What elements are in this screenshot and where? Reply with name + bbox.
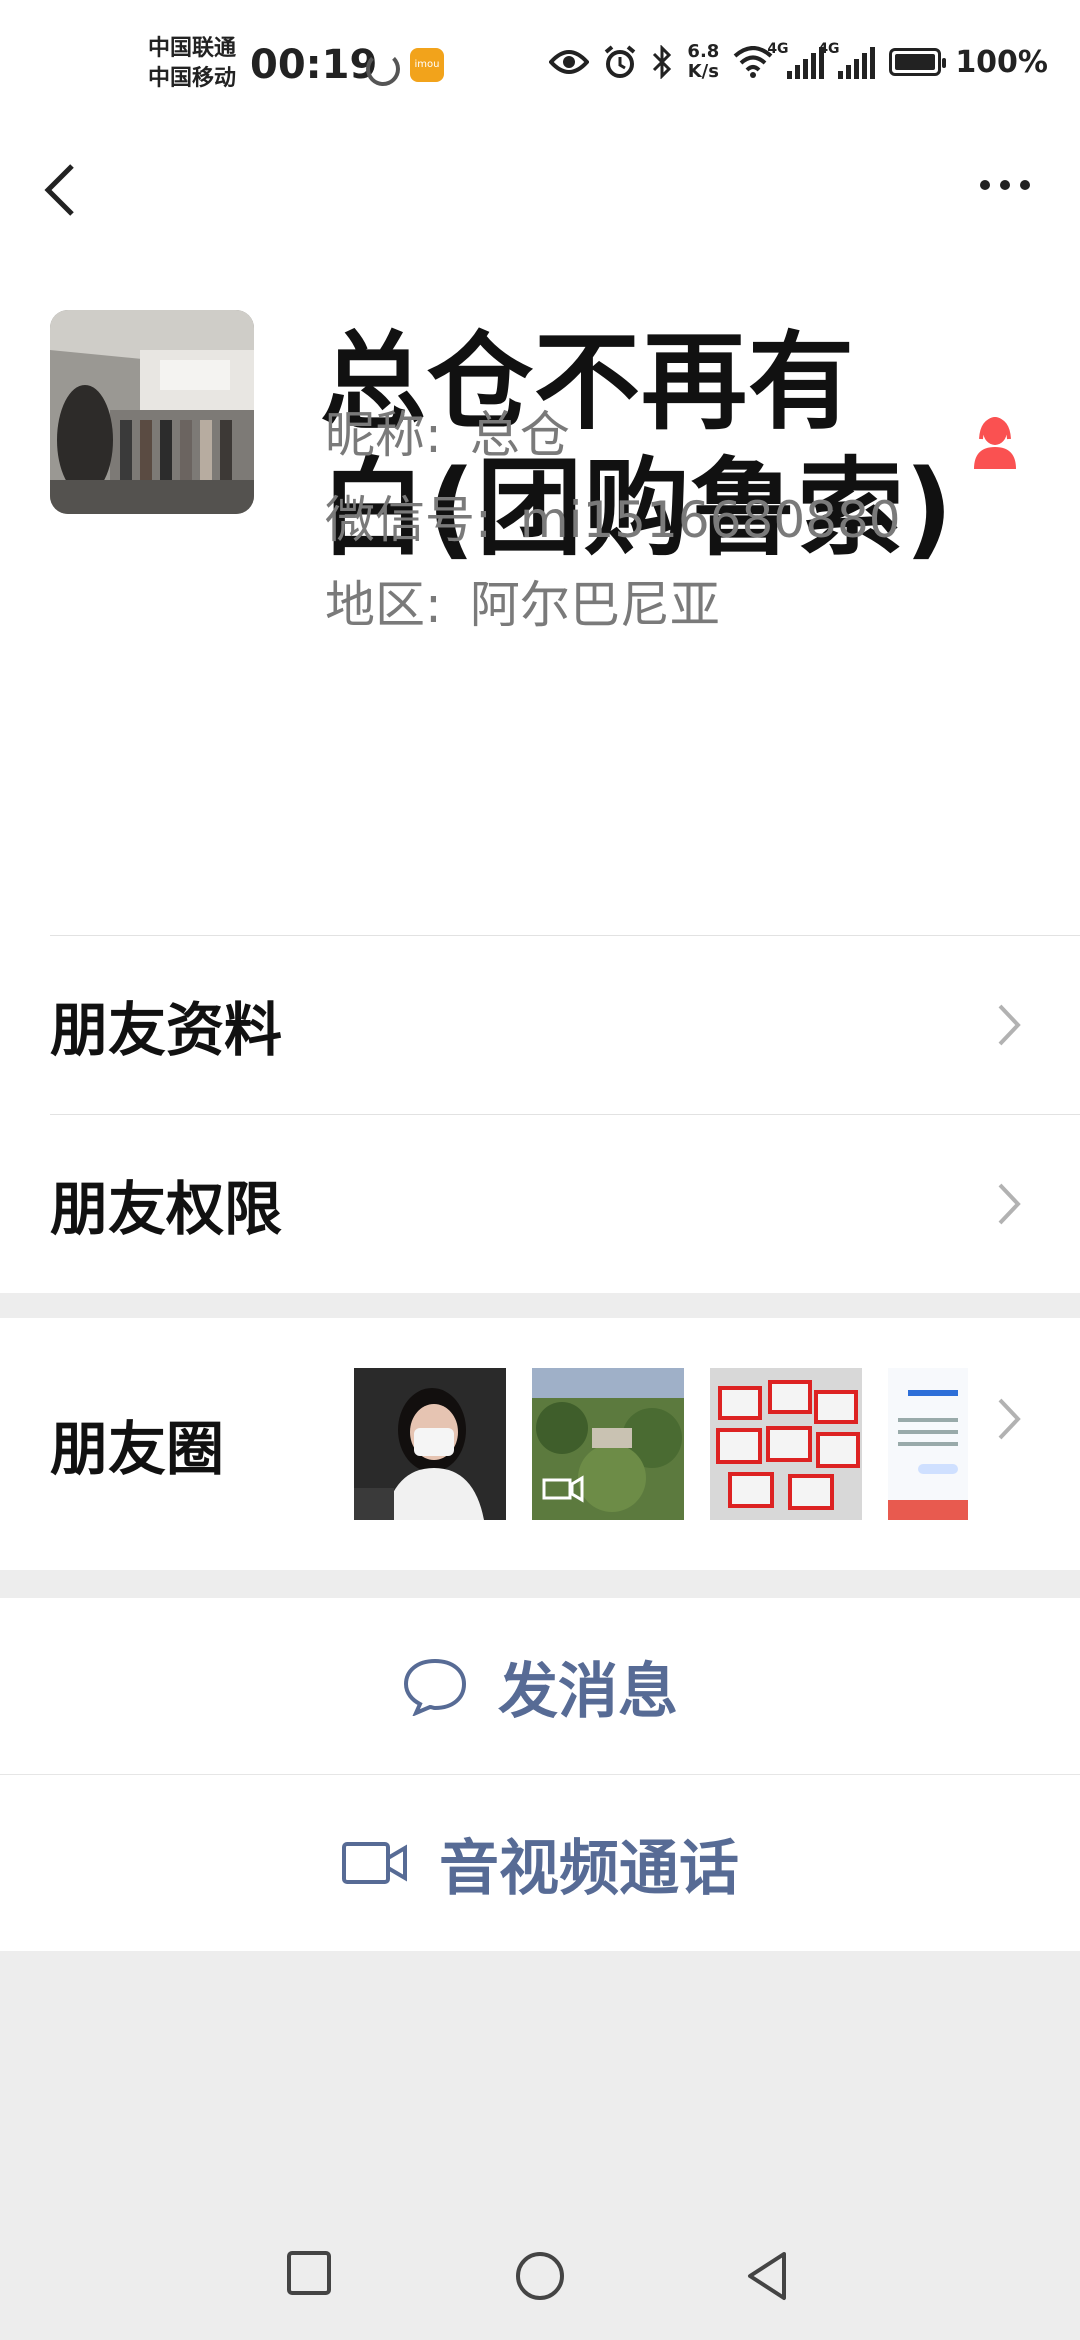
profile-header: 总仓不再有白(团购鲁索) 昵称: 总仓 微信号: mi1516680880 地区: 阿… — [0, 240, 1080, 935]
friend-permissions-row[interactable]: 朋友权限 — [50, 1114, 1080, 1293]
network-speed: 6.8 K/s — [687, 42, 719, 82]
chat-bubble-icon — [403, 1658, 467, 1716]
imou-app-icon: imou — [410, 48, 444, 82]
profile-menu: 朋友资料 朋友权限 — [0, 935, 1080, 1293]
moments-thumbnail[interactable] — [888, 1368, 968, 1520]
send-message-label: 发消息 — [498, 1656, 678, 1727]
chevron-right-icon — [998, 1004, 1021, 1046]
nickname-label: 昵称: — [325, 406, 442, 464]
friend-permissions-label: 朋友权限 — [50, 1175, 283, 1243]
sync-icon — [366, 52, 400, 86]
contact-actions: 发消息 音视频通话 — [0, 1598, 1080, 1951]
back-arrow-icon[interactable] — [40, 160, 80, 220]
network-speed-value: 6.8 — [687, 41, 720, 62]
nickname-value: 总仓 — [469, 406, 570, 464]
status-time: 00:19 — [250, 42, 378, 88]
moments-thumbnails — [354, 1368, 968, 1520]
wechat-id-label: 微信号: — [325, 491, 492, 549]
friend-info-row[interactable]: 朋友资料 — [50, 935, 1080, 1114]
chevron-right-icon — [998, 1398, 1021, 1440]
battery-icon — [889, 48, 947, 76]
carrier-1: 中国联通 — [148, 36, 237, 61]
video-camera-icon — [342, 1842, 407, 1884]
network-speed-unit: K/s — [687, 61, 719, 82]
signal-2-type: 4G — [818, 41, 840, 57]
nickname-row: 昵称: 总仓 — [325, 395, 570, 467]
region-value: 阿尔巴尼亚 — [469, 576, 720, 634]
wechat-id-row: 微信号: mi1516680880 — [325, 480, 901, 552]
moments-label: 朋友圈 — [50, 1415, 225, 1483]
top-nav — [0, 130, 1080, 240]
carrier-2: 中国移动 — [148, 66, 237, 91]
signal-1-type: 4G — [767, 41, 789, 57]
avatar[interactable] — [50, 310, 254, 514]
region-label: 地区: — [325, 576, 442, 634]
eye-icon — [549, 50, 590, 74]
avatar-image — [50, 310, 254, 514]
signal-2-icon: 4G — [818, 41, 876, 79]
back-nav-icon[interactable] — [744, 2250, 790, 2302]
wechat-id-value[interactable]: mi1516680880 — [520, 491, 901, 549]
moments-thumbnail[interactable] — [354, 1368, 506, 1520]
system-nav-bar — [0, 2210, 1080, 2340]
friend-info-label: 朋友资料 — [50, 996, 283, 1064]
carrier-info: 中国联通 中国移动 — [148, 34, 236, 94]
video-call-button[interactable]: 音视频通话 — [0, 1774, 1080, 1951]
home-icon[interactable] — [514, 2250, 566, 2302]
moments-row[interactable]: 朋友圈 — [0, 1318, 1080, 1570]
bluetooth-icon — [653, 45, 672, 79]
moments-thumbnail[interactable] — [710, 1368, 862, 1520]
more-options-icon[interactable] — [970, 170, 1040, 200]
chevron-right-icon — [998, 1183, 1021, 1225]
recent-apps-icon[interactable] — [286, 2250, 332, 2296]
alarm-icon — [605, 45, 636, 78]
battery-level: 100% — [955, 44, 1048, 80]
send-message-button[interactable]: 发消息 — [0, 1598, 1080, 1774]
status-bar: 中国联通 中国移动 00:19 imou 6.8 K/s 4G 4G 100% — [0, 0, 1080, 130]
region-row: 地区: 阿尔巴尼亚 — [325, 565, 720, 637]
moments-thumbnail[interactable] — [532, 1368, 684, 1520]
video-call-label: 音视频通话 — [439, 1833, 739, 1904]
female-gender-icon — [974, 416, 1016, 469]
